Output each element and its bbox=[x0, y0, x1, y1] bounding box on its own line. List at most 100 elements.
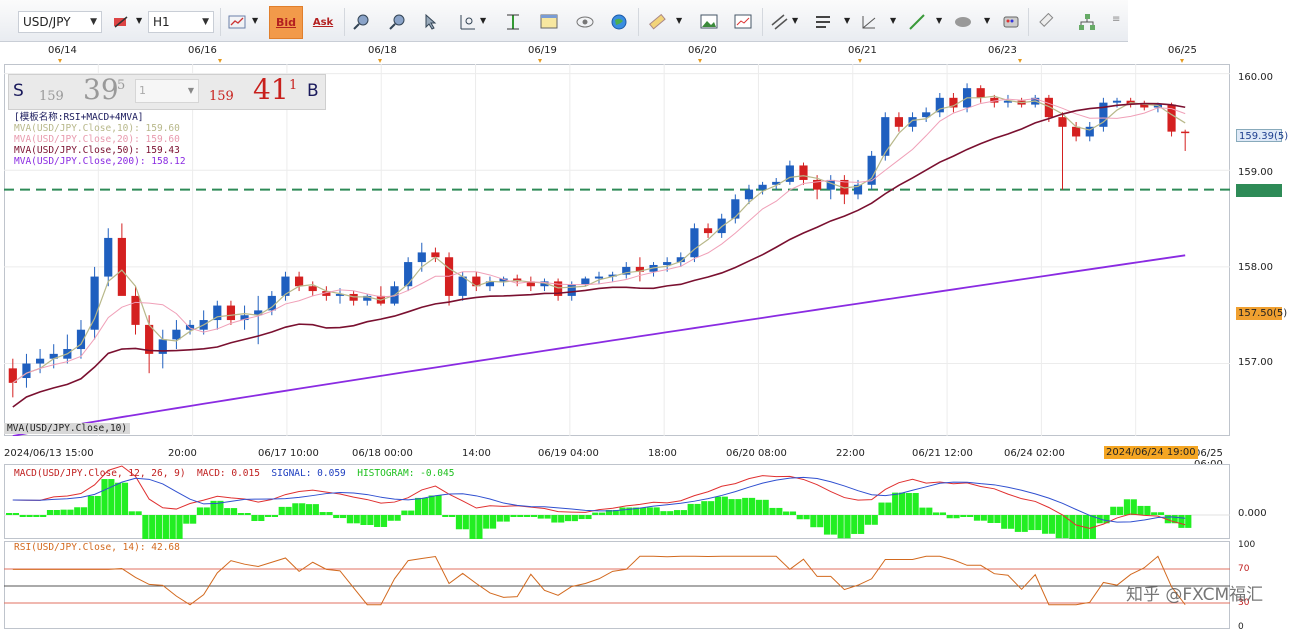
chart-type-icon[interactable] bbox=[110, 11, 132, 33]
candle-up[interactable] bbox=[90, 276, 99, 330]
histogram-bar bbox=[40, 515, 47, 517]
candle-down[interactable] bbox=[295, 276, 304, 287]
candle-up[interactable] bbox=[731, 199, 740, 219]
candle-down[interactable] bbox=[1181, 131, 1190, 134]
image-icon[interactable] bbox=[698, 11, 720, 33]
time-tick: 22:00 bbox=[836, 448, 865, 459]
histogram-bar bbox=[967, 515, 974, 517]
price-axis[interactable]: 160.00 159.00 158.00 157.00 bbox=[1230, 64, 1290, 444]
candle-down[interactable] bbox=[308, 286, 317, 292]
candle-up[interactable] bbox=[581, 278, 590, 285]
candle-up[interactable] bbox=[172, 329, 181, 340]
chevron-down-icon[interactable]: ▼ bbox=[676, 16, 682, 25]
chevron-down-icon[interactable]: ▼ bbox=[936, 16, 942, 25]
chevron-down-icon[interactable]: ▼ bbox=[890, 16, 896, 25]
candle-up[interactable] bbox=[881, 117, 890, 156]
candle-up[interactable] bbox=[744, 189, 754, 200]
zoom-out-icon[interactable] bbox=[386, 11, 408, 33]
pointer-icon[interactable] bbox=[420, 11, 442, 33]
histogram-bar bbox=[898, 492, 906, 515]
trend-line-icon[interactable] bbox=[906, 11, 928, 33]
histogram-bar bbox=[1151, 512, 1158, 515]
toolbar-grip-icon[interactable]: ≡ bbox=[1112, 14, 1120, 25]
amount-input[interactable]: 1 ▼ bbox=[135, 79, 199, 103]
buy-button[interactable]: B bbox=[307, 81, 319, 101]
time-tick: 18:00 bbox=[648, 448, 677, 459]
chart-window-icon[interactable] bbox=[732, 11, 754, 33]
chevron-down-icon[interactable]: ▼ bbox=[136, 16, 142, 25]
histogram-bar bbox=[796, 515, 803, 520]
chevron-down-icon[interactable]: ▼ bbox=[984, 16, 990, 25]
palette-icon[interactable] bbox=[1000, 11, 1022, 33]
price-tick: 158.00 bbox=[1238, 262, 1273, 273]
candle-up[interactable] bbox=[35, 358, 45, 364]
zoom-in-icon[interactable] bbox=[350, 11, 372, 33]
candle-up[interactable] bbox=[404, 262, 413, 287]
chevron-down-icon[interactable]: ▼ bbox=[480, 16, 486, 25]
eye-icon[interactable] bbox=[574, 11, 596, 33]
histogram-bar bbox=[830, 515, 837, 535]
histogram-bar bbox=[878, 502, 885, 515]
candle-up[interactable] bbox=[417, 252, 426, 263]
histogram-bar bbox=[823, 515, 831, 535]
candle-up[interactable] bbox=[567, 284, 576, 296]
candle-down[interactable] bbox=[894, 117, 903, 127]
candle-up[interactable] bbox=[104, 237, 113, 277]
histogram-bar bbox=[844, 515, 851, 539]
candle-down[interactable] bbox=[226, 305, 236, 321]
candle-down[interactable] bbox=[799, 165, 808, 180]
candle-down[interactable] bbox=[1058, 117, 1067, 127]
histogram-bar bbox=[299, 503, 306, 515]
candle-down[interactable] bbox=[117, 237, 126, 296]
ruler-icon[interactable] bbox=[646, 11, 668, 33]
candle-up[interactable] bbox=[908, 117, 917, 127]
histogram-bar bbox=[455, 515, 463, 530]
histogram-bar bbox=[305, 504, 313, 515]
chevron-down-icon[interactable]: ▼ bbox=[252, 16, 258, 25]
time-tick: 06/19 04:00 bbox=[538, 448, 599, 459]
histogram-bar bbox=[578, 515, 585, 520]
symbol-select[interactable]: USD/JPY ▼ bbox=[18, 11, 102, 33]
hierarchy-icon[interactable] bbox=[1076, 11, 1098, 33]
chevron-down-icon[interactable]: ▼ bbox=[844, 16, 850, 25]
candle-down[interactable] bbox=[976, 88, 985, 98]
eraser-icon[interactable] bbox=[1036, 11, 1058, 33]
candle-up[interactable] bbox=[594, 276, 604, 279]
candle-up[interactable] bbox=[458, 276, 467, 296]
candle-down[interactable] bbox=[703, 228, 713, 234]
window-icon[interactable] bbox=[538, 11, 560, 33]
legend-mva20: MVA(USD/JPY.Close,20): 159.60 bbox=[14, 134, 180, 145]
bid-button[interactable]: Bid bbox=[269, 6, 303, 39]
ask-button[interactable]: Ask bbox=[312, 12, 334, 32]
parallel-lines-icon[interactable] bbox=[768, 11, 790, 33]
histogram-bar bbox=[408, 510, 415, 515]
histogram-bar bbox=[694, 503, 701, 515]
candle-down[interactable] bbox=[1072, 126, 1081, 137]
rsi-svg[interactable] bbox=[4, 541, 1230, 629]
histogram-bar bbox=[244, 513, 251, 515]
globe-icon[interactable] bbox=[608, 11, 630, 33]
chevron-down-icon[interactable]: ▼ bbox=[792, 16, 798, 25]
histogram-bar bbox=[33, 515, 40, 517]
fit-vertical-icon[interactable] bbox=[502, 11, 524, 33]
histogram-bar bbox=[476, 515, 483, 539]
candle-up[interactable] bbox=[758, 184, 767, 190]
candle-up[interactable] bbox=[690, 228, 699, 258]
price-chart-svg[interactable] bbox=[4, 64, 1230, 436]
angle-line-icon[interactable] bbox=[858, 11, 880, 33]
candle-up[interactable] bbox=[1112, 100, 1122, 103]
candle-up[interactable] bbox=[663, 262, 672, 265]
candle-down[interactable] bbox=[131, 295, 140, 325]
time-axis[interactable]: 2024/06/13 15:00 20:00 06/17 10:00 06/18… bbox=[0, 446, 1230, 470]
ellipse-icon[interactable] bbox=[952, 11, 974, 33]
horizontal-lines-icon[interactable] bbox=[812, 11, 834, 33]
candle-up[interactable] bbox=[935, 97, 944, 113]
axis-scale-icon[interactable] bbox=[456, 11, 478, 33]
timeframe-select[interactable]: H1 ▼ bbox=[148, 11, 214, 33]
histogram-bar bbox=[387, 515, 394, 521]
histogram-bar bbox=[1014, 515, 1021, 532]
line-chart-icon[interactable] bbox=[226, 11, 248, 33]
candle-up[interactable] bbox=[717, 218, 726, 234]
histogram-bar bbox=[169, 515, 176, 539]
sell-button[interactable]: S bbox=[13, 81, 24, 101]
